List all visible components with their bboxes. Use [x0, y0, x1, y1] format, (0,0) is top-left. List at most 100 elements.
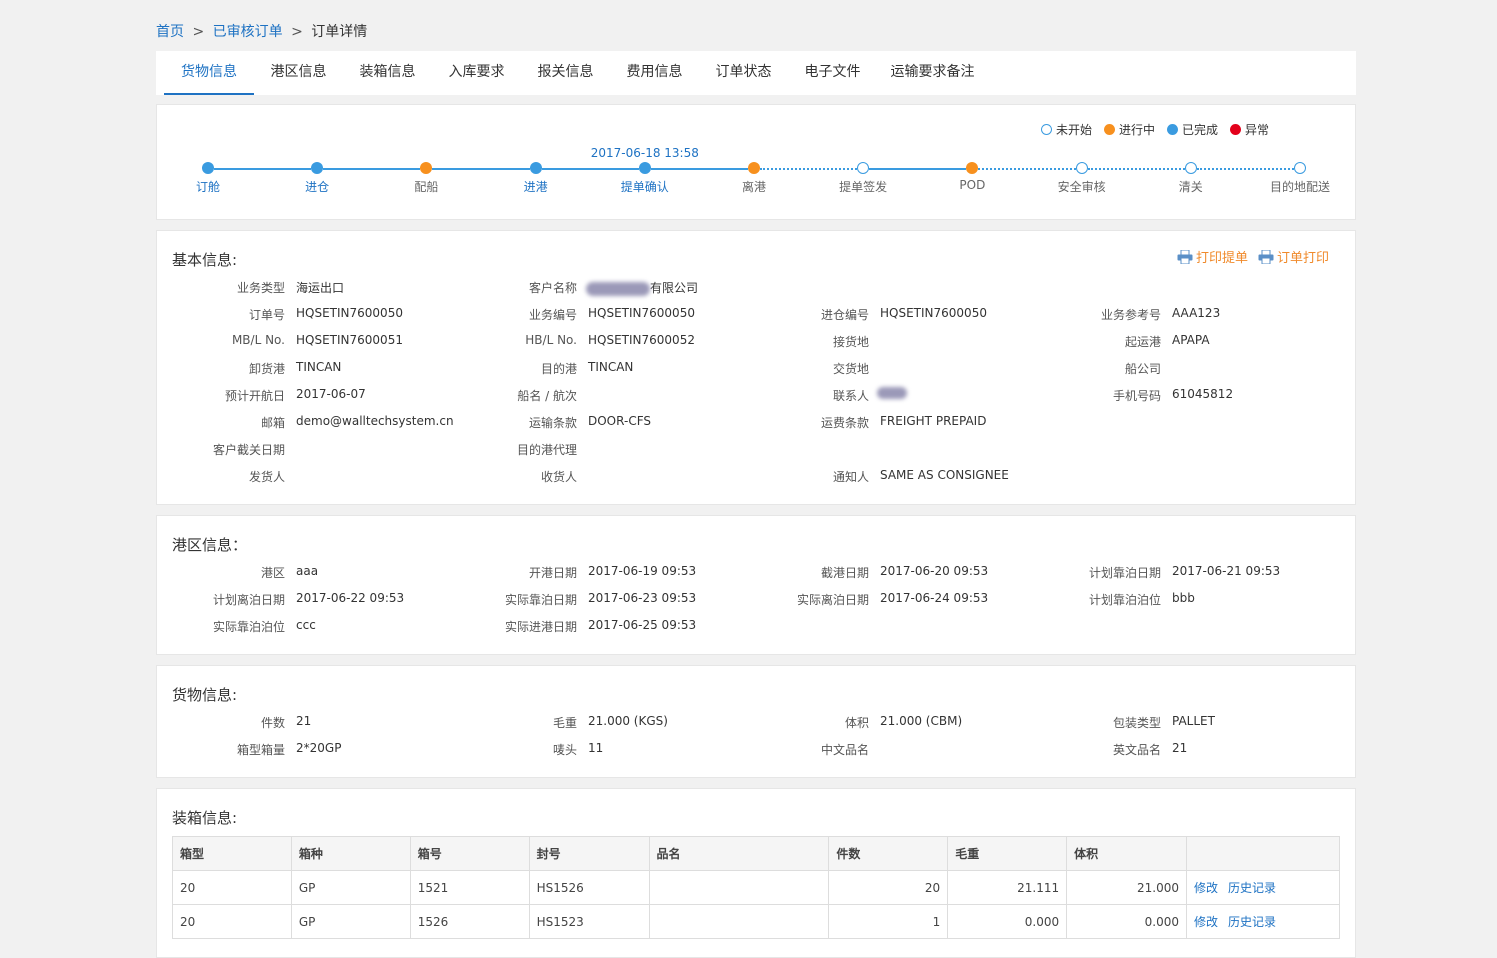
basic-field-label: 客户截关日期 [212, 443, 285, 457]
port-field-value: 2017-06-25 09:53 [588, 618, 696, 632]
basic-field-label: 船公司 [1124, 362, 1161, 376]
basic-field-label: 订单号 [248, 308, 285, 322]
cargo-field-text: PALLET [1172, 714, 1215, 728]
printer-icon [1177, 249, 1193, 264]
step-label: 清关 [1178, 180, 1203, 194]
port-field-text: ccc [296, 618, 316, 632]
basic-field-value: SAME AS CONSIGNEE [880, 468, 1009, 482]
basic-field-text: TINCAN [588, 360, 634, 374]
basic-field-label: 发货人 [248, 470, 285, 484]
port-field-text: bbb [1172, 591, 1195, 605]
basic-field-label: 运输条款 [528, 416, 577, 430]
tab-2[interactable]: 装箱信息 [343, 51, 432, 95]
basic-field-value: HQSETIN7600051 [296, 333, 403, 347]
basic-field-value: 海运出口 [296, 279, 344, 296]
edit-link[interactable]: 修改 [1194, 915, 1218, 929]
cargo-field-value: 21.000 (KGS) [588, 714, 668, 728]
port-info-title: 港区信息： [172, 536, 248, 554]
edit-link[interactable]: 修改 [1194, 881, 1218, 895]
column-header: 件数 [828, 836, 949, 871]
breadcrumb-home-link[interactable]: 首页 [156, 24, 184, 40]
print-order-button[interactable]: 订单打印 [1258, 247, 1329, 266]
port-field-value: 2017-06-23 09:53 [588, 591, 696, 605]
table-row: 20 GP 1521 HS1526 20 21.111 21.000 修改 历史记录 [172, 870, 1340, 905]
step-label: POD [959, 178, 986, 192]
column-header [1186, 836, 1340, 871]
breadcrumb-parent-link[interactable]: 已审核订单 [213, 24, 283, 40]
port-field-value: 2017-06-22 09:53 [296, 591, 404, 605]
cargo-field-label: 箱型箱量 [236, 743, 285, 757]
step-label: 进港 [523, 180, 548, 194]
column-header: 箱号 [409, 836, 530, 871]
status-legend: 未开始 进行中 已完成 异常 [1029, 121, 1269, 138]
step-label: 订舱 [195, 180, 220, 194]
table-cell: HS1523 [528, 904, 650, 939]
step-dot-icon [1184, 162, 1197, 174]
container-info-panel: 装箱信息: 箱型 箱种 箱号 封号 品名 件数 毛重 体积 20 GP 1521 HS1526 20 2… [156, 788, 1356, 958]
tab-5[interactable]: 费用信息 [610, 51, 699, 95]
basic-info-panel: 基本信息: 打印提单 订单打印 业务类型 海运出口 客户名称 有限公司 订单号 HQSET… [156, 230, 1356, 505]
tab-1[interactable]: 港区信息 [254, 51, 343, 95]
column-header: 体积 [1066, 836, 1188, 871]
table-cell: 1 [828, 904, 949, 939]
basic-field-text: HQSETIN7600050 [296, 306, 403, 320]
legend-item: 进行中 [1103, 121, 1155, 138]
basic-field-text: HQSETIN7600050 [588, 306, 695, 320]
step-dot-icon [1294, 162, 1306, 174]
table-cell: 1521 [409, 870, 530, 905]
redacted-name [586, 281, 650, 296]
cargo-field-label: 包装类型 [1112, 716, 1161, 730]
step-dot-icon [420, 162, 433, 174]
basic-field-label: 业务参考号 [1100, 308, 1161, 322]
basic-field-text: APAPA [1172, 333, 1210, 347]
basic-field-value: HQSETIN7600052 [588, 333, 695, 347]
basic-field-label: 运费条款 [820, 416, 869, 430]
basic-field-label: 业务类型 [236, 281, 285, 295]
port-field-text: 2017-06-23 09:53 [588, 591, 697, 605]
breadcrumb-separator: > [291, 24, 303, 40]
status-dot-icon [1040, 124, 1052, 135]
progress-connector [760, 168, 858, 170]
legend-label: 异常 [1244, 123, 1269, 137]
basic-field-label: 业务编号 [528, 308, 577, 322]
basic-field-label: 目的港代理 [516, 443, 577, 457]
step-dot-icon [311, 162, 324, 174]
tab-6[interactable]: 订单状态 [699, 51, 788, 95]
basic-field-text: HQSETIN7600050 [880, 306, 987, 320]
row-actions: 修改 历史记录 [1186, 904, 1340, 939]
cargo-field-text: 21 [296, 714, 312, 728]
column-header: 品名 [648, 836, 830, 871]
status-dot-icon [1103, 124, 1115, 135]
breadcrumb: 首页 > 已审核订单 > 订单详情 [156, 21, 367, 41]
redacted-contact [877, 387, 907, 399]
tab-8[interactable]: 运输要求备注 [877, 51, 988, 95]
history-link[interactable]: 历史记录 [1228, 915, 1276, 929]
port-field-label: 计划离泊日期 [212, 593, 285, 607]
basic-field-value: AAA123 [1172, 306, 1220, 320]
cargo-field-text: 21.000 (CBM) [880, 714, 963, 728]
cargo-field-text: 21 [1172, 741, 1188, 755]
tab-7[interactable]: 电子文件 [788, 51, 877, 95]
print-actions: 打印提单 订单打印 [1167, 247, 1329, 266]
cargo-field-value: 21.000 (CBM) [880, 714, 962, 728]
print-bl-button[interactable]: 打印提单 [1177, 247, 1248, 266]
tab-0[interactable]: 货物信息 [164, 51, 254, 95]
basic-field-text: HQSETIN7600051 [296, 333, 403, 347]
printer-icon [1258, 249, 1274, 264]
port-field-value: 2017-06-19 09:53 [588, 564, 696, 578]
table-cell: 20 [172, 870, 292, 905]
port-field-value: bbb [1172, 591, 1195, 605]
port-field-text: 2017-06-19 09:53 [588, 564, 697, 578]
tab-4[interactable]: 报关信息 [521, 51, 610, 95]
basic-field-value: FREIGHT PREPAID [880, 414, 986, 428]
legend-label: 进行中 [1118, 123, 1155, 137]
breadcrumb-separator: > [192, 24, 205, 40]
port-field-value: aaa [296, 564, 318, 578]
basic-field-label: 联系人 [832, 389, 869, 403]
basic-field-label: HB/L No. [525, 333, 577, 347]
tab-3[interactable]: 入库要求 [432, 51, 521, 95]
cargo-field-label: 毛重 [552, 716, 577, 730]
port-field-text: 2017-06-20 09:53 [880, 564, 989, 578]
port-field-text: 2017-06-24 09:53 [880, 591, 989, 605]
history-link[interactable]: 历史记录 [1228, 881, 1276, 895]
